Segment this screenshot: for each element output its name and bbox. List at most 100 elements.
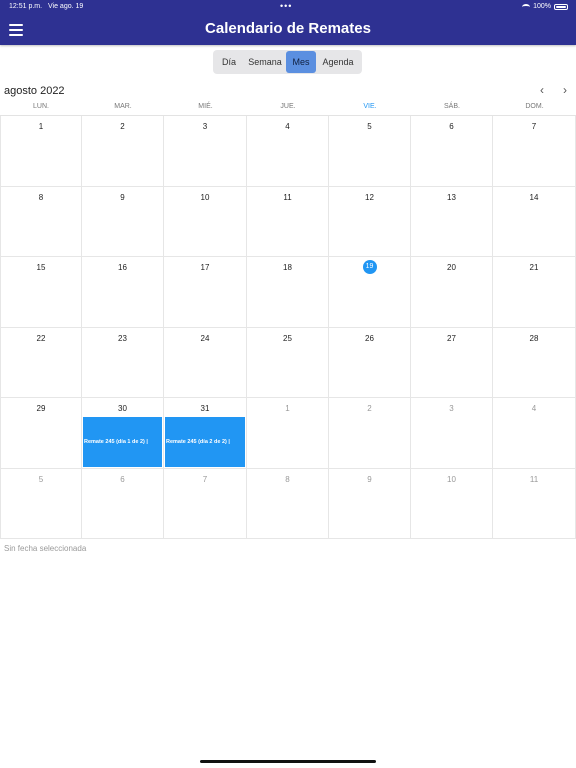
weekday-label: JUE. [280, 103, 296, 110]
day-cell[interactable]: 27 [411, 327, 493, 398]
month-label: agosto 2022 [4, 85, 65, 97]
day-cell[interactable]: 14 [493, 186, 576, 257]
day-cell[interactable]: 1 [0, 116, 82, 187]
day-cell[interactable]: 20 [411, 257, 493, 328]
day-number: 6 [120, 474, 125, 484]
prev-month-chevron-icon[interactable]: ‹ [535, 83, 549, 97]
day-cell[interactable]: 3 [411, 398, 493, 469]
day-number: 5 [367, 122, 372, 131]
day-cell[interactable]: 30 Remate 245 (día 1 de 2) | [82, 398, 164, 469]
day-number: 13 [447, 192, 456, 202]
tab-dia[interactable]: Día [214, 51, 244, 73]
day-cell[interactable]: 13 [411, 186, 493, 257]
view-segmented-control: Día Semana Mes Agenda [213, 50, 362, 74]
day-number: 29 [36, 404, 46, 413]
day-number: 12 [365, 192, 374, 202]
day-cell[interactable]: 28 [493, 327, 576, 398]
next-month-chevron-icon[interactable]: › [558, 83, 572, 97]
day-number: 4 [531, 404, 537, 413]
day-cell[interactable]: 25 [247, 327, 329, 398]
day-cell[interactable]: 6 [82, 468, 164, 539]
day-cell[interactable]: 2 [82, 116, 164, 187]
multitasking-dots-icon[interactable]: ••• [280, 1, 292, 11]
day-number: 14 [529, 192, 539, 202]
today-day-number: 19 [362, 260, 377, 274]
home-indicator[interactable] [200, 760, 376, 763]
day-cell[interactable]: 23 [82, 327, 164, 398]
day-number: 10 [200, 192, 210, 202]
day-cell[interactable]: 12 [329, 186, 411, 257]
weekday-label: VIE. [363, 103, 377, 110]
weekday-label: LUN. [33, 103, 49, 110]
day-cell[interactable]: 15 [0, 257, 82, 328]
page-title: Calendario de Remates [205, 20, 371, 37]
day-number: 5 [38, 474, 44, 484]
day-cell[interactable]: 7 [493, 116, 576, 187]
day-number: 17 [200, 263, 210, 272]
day-number: 1 [285, 404, 290, 413]
app-header: 12:51 p.m. Vie ago. 19 ••• 100% Calendar… [0, 0, 576, 45]
day-cell[interactable]: 17 [164, 257, 247, 328]
day-cell[interactable]: 22 [0, 327, 82, 398]
weekday-header: LUN. MAR. MIÉ. JUE. VIE. SÁB. DOM. [0, 103, 576, 115]
day-cell[interactable]: 11 [247, 186, 329, 257]
day-number: 7 [202, 474, 208, 484]
day-number: 4 [285, 122, 290, 131]
weekday-label: MAR. [114, 103, 132, 110]
day-number: 1 [38, 122, 44, 131]
day-number: 22 [36, 333, 46, 343]
day-number: 9 [120, 192, 125, 202]
status-bar: 12:51 p.m. Vie ago. 19 ••• 100% [0, 0, 576, 14]
event-block[interactable]: Remate 245 (día 1 de 2) | [83, 417, 162, 467]
day-cell[interactable]: 5 [0, 468, 82, 539]
day-number: 3 [449, 404, 454, 413]
day-number: 23 [118, 333, 127, 343]
day-cell[interactable]: 9 [329, 468, 411, 539]
day-cell[interactable]: 16 [82, 257, 164, 328]
day-number: 25 [283, 333, 292, 343]
day-number: 16 [118, 263, 127, 272]
day-cell[interactable]: 6 [411, 116, 493, 187]
day-number: 10 [447, 474, 456, 484]
day-number: 3 [202, 122, 208, 131]
weekday-label: SÁB. [444, 103, 460, 110]
tab-agenda[interactable]: Agenda [316, 51, 360, 73]
day-cell[interactable]: 24 [164, 327, 247, 398]
day-cell[interactable]: 10 [164, 186, 247, 257]
app-root: 12:51 p.m. Vie ago. 19 ••• 100% Calendar… [0, 0, 576, 768]
day-number: 31 [200, 404, 210, 413]
day-cell[interactable]: 4 [493, 398, 576, 469]
day-cell[interactable]: 10 [411, 468, 493, 539]
day-number: 27 [447, 333, 456, 343]
day-cell[interactable]: 11 [493, 468, 576, 539]
battery-icon [554, 3, 568, 10]
day-cell[interactable]: 21 [493, 257, 576, 328]
day-number: 24 [200, 333, 210, 343]
day-cell[interactable]: 3 [164, 116, 247, 187]
day-cell[interactable]: 8 [247, 468, 329, 539]
day-cell[interactable]: 9 [82, 186, 164, 257]
day-number: 20 [447, 263, 456, 272]
day-cell[interactable]: 18 [247, 257, 329, 328]
day-number: 2 [120, 122, 125, 131]
day-number: 6 [449, 122, 454, 131]
tab-semana[interactable]: Semana [244, 51, 286, 73]
weekday-label: MIÉ. [198, 103, 213, 110]
day-cell[interactable]: 2 [329, 398, 411, 469]
day-cell[interactable]: 5 [329, 116, 411, 187]
day-cell[interactable]: 29 [0, 398, 82, 469]
month-grid: 1 2 3 4 5 6 7 8 9 10 11 12 13 14 15 16 17 18 19 20 21 22 23 24 2… [0, 115, 576, 539]
day-cell[interactable]: 19 [329, 257, 411, 328]
day-cell[interactable]: 31 Remate 245 (día 2 de 2) | [164, 398, 247, 469]
day-cell[interactable]: 26 [329, 327, 411, 398]
event-block[interactable]: Remate 245 (día 2 de 2) | [165, 417, 245, 467]
tab-mes[interactable]: Mes [286, 51, 316, 73]
status-time: 12:51 p.m. [9, 3, 43, 10]
day-cell[interactable]: 7 [164, 468, 247, 539]
day-cell[interactable]: 1 [247, 398, 329, 469]
day-number: 28 [529, 333, 539, 343]
day-cell[interactable]: 8 [0, 186, 82, 257]
day-number: 21 [529, 263, 539, 272]
battery-percent: 100% [533, 3, 551, 10]
day-cell[interactable]: 4 [247, 116, 329, 187]
